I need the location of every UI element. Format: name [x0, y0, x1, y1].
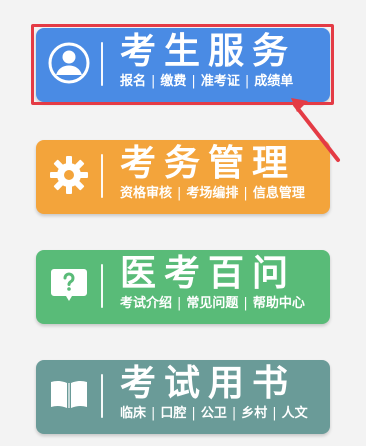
- card-divider: [101, 154, 103, 198]
- separator: |: [151, 74, 156, 89]
- book-icon: [44, 370, 94, 420]
- card-exam-candidate-service[interactable]: 考生服务 报名 | 缴费 | 准考证 | 成绩单: [36, 28, 330, 102]
- subtitle-item-common-questions: 常见问题: [186, 296, 239, 311]
- separator: |: [191, 74, 196, 89]
- subtitle-item-score-report: 成绩单: [254, 74, 294, 89]
- separator: |: [191, 406, 196, 421]
- subtitle-item-registration: 报名: [120, 74, 147, 89]
- separator: |: [243, 186, 248, 201]
- subtitle-item-payment: 缴费: [160, 74, 187, 89]
- separator: |: [177, 296, 182, 311]
- separator: |: [151, 406, 156, 421]
- card-subtitle: 考试介绍 | 常见问题 | 帮助中心: [120, 297, 305, 310]
- separator: |: [243, 296, 248, 311]
- subtitle-item-information-management: 信息管理: [252, 186, 305, 201]
- subtitle-item-public-health: 公卫: [200, 406, 227, 421]
- separator: |: [231, 406, 237, 421]
- separator: |: [244, 74, 250, 89]
- card-subtitle: 临床 | 口腔 | 公卫 | 乡村 | 人文: [120, 407, 308, 420]
- separator: |: [272, 406, 277, 421]
- card-medical-exam-faq[interactable]: 医考百问 考试介绍 | 常见问题 | 帮助中心: [36, 250, 330, 324]
- card-subtitle: 资格审核 | 考场编排 | 信息管理: [120, 187, 305, 200]
- card-divider: [101, 42, 103, 86]
- card-exam-management[interactable]: 考务管理 资格审核 | 考场编排 | 信息管理: [36, 140, 330, 214]
- subtitle-item-humanities: 人文: [281, 406, 308, 421]
- subtitle-item-admission-ticket: 准考证: [200, 74, 240, 89]
- card-exam-books[interactable]: 考试用书 临床 | 口腔 | 公卫 | 乡村 | 人文: [36, 360, 330, 434]
- card-title: 考务管理: [120, 143, 297, 184]
- question-bubble-icon: [44, 260, 94, 310]
- card-title: 医考百问: [120, 253, 297, 294]
- gear-icon: [44, 150, 94, 200]
- user-icon: [44, 38, 94, 88]
- card-subtitle: 报名 | 缴费 | 准考证 | 成绩单: [120, 75, 293, 88]
- separator: |: [177, 186, 182, 201]
- subtitle-item-help-center: 帮助中心: [252, 296, 305, 311]
- subtitle-item-room-arrangement: 考场编排: [186, 186, 239, 201]
- subtitle-item-dental: 口腔: [160, 406, 187, 421]
- card-divider: [101, 374, 103, 418]
- card-title: 考生服务: [120, 31, 297, 72]
- card-title: 考试用书: [120, 363, 297, 404]
- subtitle-item-qualification-review: 资格审核: [120, 186, 173, 201]
- subtitle-item-clinical: 临床: [120, 406, 147, 421]
- subtitle-item-exam-introduction: 考试介绍: [120, 296, 173, 311]
- subtitle-item-rural: 乡村: [241, 406, 268, 421]
- card-divider: [101, 264, 103, 308]
